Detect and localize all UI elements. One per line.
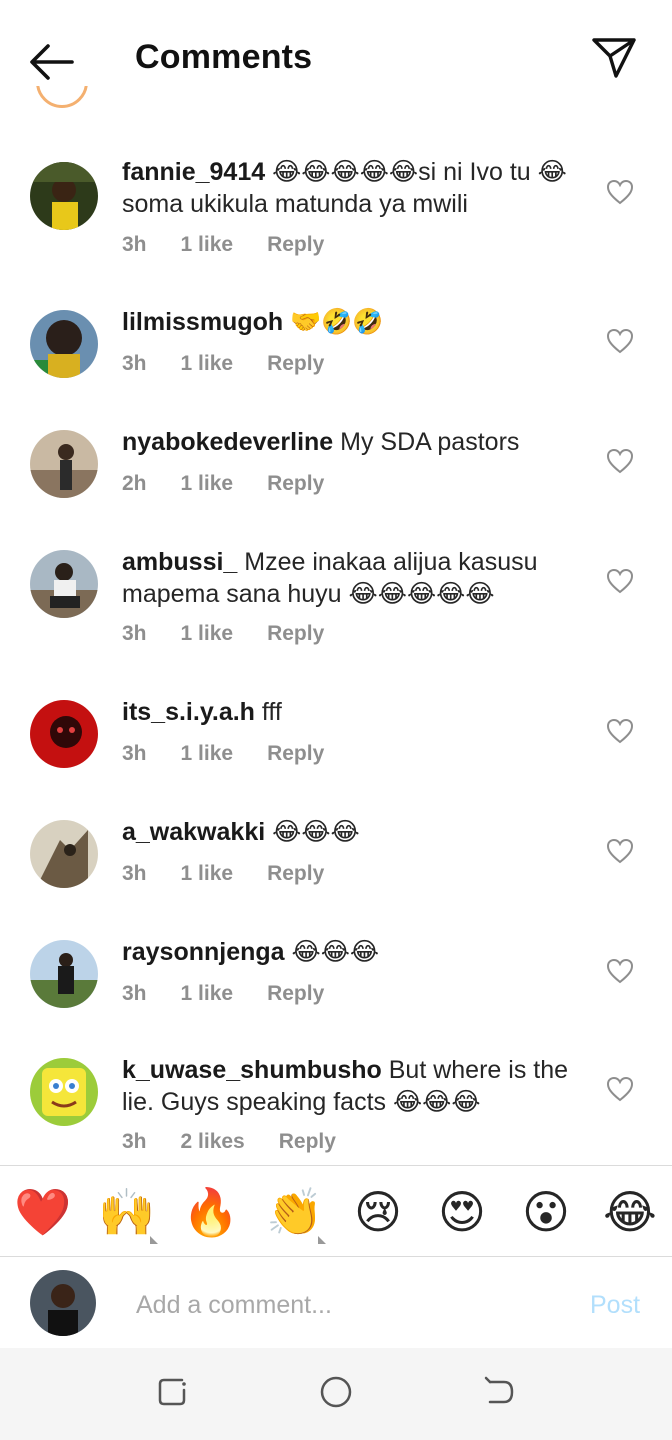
comment-text: nyabokedeverline My SDA pastors <box>122 426 572 458</box>
comment-message: 😂😂😂 <box>265 818 360 846</box>
reply-button[interactable]: Reply <box>279 1130 336 1153</box>
comment-likes[interactable]: 1 like <box>181 472 234 495</box>
comment-meta: 3h 1 like Reply <box>122 862 358 886</box>
avatar[interactable] <box>30 940 98 1008</box>
reaction-surprised[interactable]: 😮 <box>518 1184 574 1240</box>
heart-outline-icon[interactable] <box>606 718 634 744</box>
comment-meta: 3h 1 like Reply <box>122 742 358 766</box>
comment-time: 3h <box>122 982 147 1005</box>
comment-meta: 3h 1 like Reply <box>122 352 358 376</box>
system-navigation-bar <box>0 1348 672 1440</box>
previous-comment-avatar <box>36 86 92 116</box>
comment-username[interactable]: lilmissmugoh <box>122 308 283 336</box>
avatar[interactable] <box>30 310 98 378</box>
reply-button[interactable]: Reply <box>267 742 324 765</box>
comment-likes[interactable]: 1 like <box>181 622 234 645</box>
app-header: Comments <box>0 0 672 118</box>
recents-icon[interactable] <box>150 1370 194 1414</box>
heart-outline-icon[interactable] <box>606 838 634 864</box>
comment-username[interactable]: a_wakwakki <box>122 818 265 846</box>
comment-username[interactable]: raysonnjenga <box>122 938 285 966</box>
heart-outline-icon[interactable] <box>606 328 634 354</box>
comment-message: 😂😂😂 <box>284 938 380 966</box>
comment-username[interactable]: its_s.i.y.a.h <box>122 698 255 726</box>
comment-likes[interactable]: 1 like <box>181 233 234 256</box>
reaction-laughing[interactable]: 😂 <box>602 1184 658 1240</box>
comment-time: 2h <box>122 472 147 495</box>
skin-tone-indicator <box>318 1236 326 1244</box>
comment-time: 3h <box>122 862 147 885</box>
comment-composer: Post <box>0 1257 672 1347</box>
reaction-heart-eyes[interactable]: 😍 <box>434 1184 490 1240</box>
avatar[interactable] <box>30 162 98 230</box>
comment-username[interactable]: ambussi_ <box>122 548 237 576</box>
reply-button[interactable]: Reply <box>267 352 324 375</box>
avatar[interactable] <box>30 700 98 768</box>
skin-tone-indicator <box>150 1236 158 1244</box>
send-icon[interactable] <box>590 36 638 80</box>
comment-text: a_wakwakki 😂😂😂 <box>122 816 572 848</box>
comment-meta: 2h 1 like Reply <box>122 472 358 496</box>
comment-text: k_uwase_shumbusho But where is the lie. … <box>122 1054 572 1118</box>
reaction-heart[interactable]: ❤️ <box>14 1184 71 1240</box>
reply-button[interactable]: Reply <box>267 862 324 885</box>
comment-username[interactable]: k_uwase_shumbusho <box>122 1056 382 1084</box>
reply-button[interactable]: Reply <box>267 472 324 495</box>
comment-input[interactable] <box>136 1285 536 1325</box>
comment-message: 🤝🤣🤣 <box>283 308 384 336</box>
home-icon[interactable] <box>314 1370 358 1414</box>
comment-meta: 3h 2 likes Reply <box>122 1130 370 1154</box>
post-button[interactable]: Post <box>590 1291 640 1320</box>
arrow-left-icon[interactable] <box>28 40 76 84</box>
avatar <box>30 1270 96 1336</box>
page-title: Comments <box>135 38 313 76</box>
heart-outline-icon[interactable] <box>606 1076 634 1102</box>
comment-likes[interactable]: 1 like <box>181 352 234 375</box>
reaction-fire[interactable]: 🔥 <box>182 1184 239 1240</box>
comment-text: lilmissmugoh 🤝🤣🤣 <box>122 306 572 338</box>
reaction-raising-hands[interactable]: 🙌 <box>98 1184 155 1240</box>
comment-time: 3h <box>122 1130 147 1153</box>
comment-time: 3h <box>122 233 147 256</box>
comment-text: its_s.i.y.a.h fff <box>122 696 572 728</box>
comment-likes[interactable]: 1 like <box>181 742 234 765</box>
heart-outline-icon[interactable] <box>606 568 634 594</box>
comment-meta: 3h 1 like Reply <box>122 233 358 257</box>
avatar[interactable] <box>30 430 98 498</box>
comment-meta: 3h 1 like Reply <box>122 622 358 646</box>
back-nav-icon[interactable] <box>478 1370 522 1414</box>
comment-likes[interactable]: 1 like <box>181 862 234 885</box>
reaction-crying[interactable]: 😢 <box>350 1184 406 1240</box>
comment-likes[interactable]: 1 like <box>181 982 234 1005</box>
heart-outline-icon[interactable] <box>606 958 634 984</box>
quick-reactions-bar: ❤️ 🙌 🔥 👏 😢 😍 😮 😂 <box>0 1166 672 1256</box>
comment-meta: 3h 1 like Reply <box>122 982 358 1006</box>
comment-message: My SDA pastors <box>333 428 520 456</box>
avatar[interactable] <box>30 550 98 618</box>
reaction-clapping[interactable]: 👏 <box>266 1184 323 1240</box>
avatar[interactable] <box>30 1058 98 1126</box>
avatar[interactable] <box>30 820 98 888</box>
comment-username[interactable]: nyabokedeverline <box>122 428 333 456</box>
comment-text: fannie_9414 😂😂😂😂😂si ni Ivo tu 😂soma ukik… <box>122 156 572 220</box>
reply-button[interactable]: Reply <box>267 622 324 645</box>
reply-button[interactable]: Reply <box>267 233 324 256</box>
comment-time: 3h <box>122 742 147 765</box>
comment-time: 3h <box>122 622 147 645</box>
comment-username[interactable]: fannie_9414 <box>122 158 265 186</box>
comment-time: 3h <box>122 352 147 375</box>
comment-text: ambussi_ Mzee inakaa alijua kasusu mapem… <box>122 546 572 610</box>
comment-text: raysonnjenga 😂😂😂 <box>122 936 572 968</box>
heart-outline-icon[interactable] <box>606 179 634 205</box>
comment-message: fff <box>254 698 282 726</box>
comment-likes[interactable]: 2 likes <box>181 1130 245 1153</box>
reply-button[interactable]: Reply <box>267 982 324 1005</box>
heart-outline-icon[interactable] <box>606 448 634 474</box>
